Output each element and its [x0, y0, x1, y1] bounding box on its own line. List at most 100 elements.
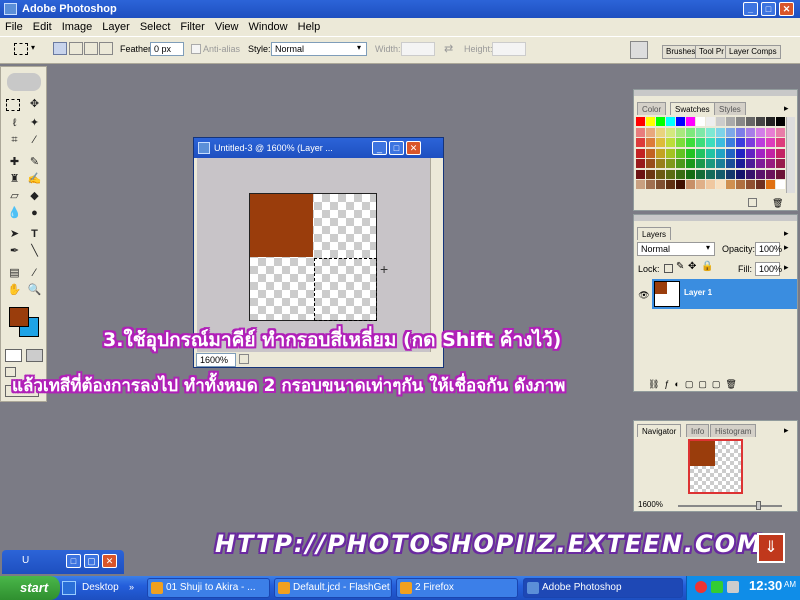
swatch[interactable] — [646, 180, 655, 189]
lock-transparency-icon[interactable] — [664, 264, 673, 273]
eyedropper-icon[interactable]: ⁄ — [26, 266, 43, 281]
dodge-icon[interactable]: ● — [26, 206, 43, 221]
quickmask-mode-icon[interactable] — [26, 349, 43, 362]
swatch[interactable] — [636, 117, 645, 126]
swatch[interactable] — [776, 180, 785, 189]
swatch[interactable] — [696, 138, 705, 147]
swatch[interactable] — [766, 169, 775, 179]
swatch[interactable] — [636, 180, 645, 189]
swatch[interactable] — [646, 117, 655, 126]
swatch[interactable] — [676, 138, 685, 147]
new-swatch-icon[interactable] — [748, 198, 757, 207]
swatch[interactable] — [766, 127, 775, 137]
intersect-selection-icon[interactable] — [99, 42, 113, 55]
tray-icon[interactable] — [727, 581, 739, 593]
swatch[interactable] — [746, 117, 755, 126]
magic-wand-icon[interactable]: ✦ — [26, 116, 43, 131]
tab-swatches[interactable]: Swatches — [670, 102, 715, 115]
swatch[interactable] — [636, 148, 645, 158]
swatch[interactable] — [726, 138, 735, 147]
antialias-checkbox[interactable] — [191, 44, 201, 54]
swatch[interactable] — [666, 180, 675, 189]
swatch[interactable] — [736, 138, 745, 147]
swatch[interactable] — [756, 127, 765, 137]
canvas-area[interactable]: + — [197, 158, 430, 352]
swatch[interactable] — [716, 169, 725, 179]
minimized-window[interactable]: U □ ▢ ✕ — [2, 550, 124, 574]
swatch[interactable] — [646, 169, 655, 179]
lock-image-icon[interactable]: ✎ — [676, 261, 684, 272]
tab-histogram[interactable]: Histogram — [710, 424, 757, 437]
swatch[interactable] — [686, 169, 695, 179]
swatch[interactable] — [726, 148, 735, 158]
slice-icon[interactable]: ⁄ — [26, 133, 43, 148]
path-select-icon[interactable]: ➤ — [6, 227, 23, 242]
swatch[interactable] — [666, 117, 675, 126]
palette-well-tool-presets[interactable]: Tool Pr — [695, 45, 728, 59]
width-input[interactable] — [401, 42, 435, 56]
swatch[interactable] — [756, 138, 765, 147]
swatch[interactable] — [706, 159, 715, 168]
standard-mode-icon[interactable] — [5, 349, 22, 362]
swatch[interactable] — [706, 148, 715, 158]
lock-position-icon[interactable]: ✥ — [688, 261, 696, 272]
close-button[interactable]: ✕ — [779, 2, 794, 16]
crop-icon[interactable]: ⌗ — [6, 133, 23, 148]
height-input[interactable] — [492, 42, 526, 56]
quicklaunch-icon[interactable] — [62, 581, 76, 595]
swatch[interactable] — [676, 159, 685, 168]
menu-window[interactable]: Window — [244, 21, 293, 33]
tray-icon[interactable] — [711, 581, 723, 593]
zoom-icon[interactable]: 🔍 — [26, 283, 43, 298]
swatch[interactable] — [766, 148, 775, 158]
menu-layer[interactable]: Layer — [97, 21, 135, 33]
panel-menu-icon[interactable]: ▸ — [784, 228, 789, 239]
swatch[interactable] — [766, 180, 775, 189]
swatch[interactable] — [756, 117, 765, 126]
brush-icon[interactable]: ✎ — [26, 155, 43, 170]
swatch[interactable] — [706, 138, 715, 147]
swatch[interactable] — [666, 159, 675, 168]
style-select[interactable]: Normal — [271, 42, 367, 56]
swatch[interactable] — [636, 138, 645, 147]
swatch[interactable] — [636, 127, 645, 137]
stamp-icon[interactable]: ♜ — [6, 172, 23, 187]
blend-mode-select[interactable]: Normal — [637, 242, 715, 256]
swatch[interactable] — [686, 138, 695, 147]
swatch[interactable] — [776, 117, 785, 126]
minimize-button[interactable]: _ — [743, 2, 758, 16]
swatch[interactable] — [766, 159, 775, 168]
swatch[interactable] — [726, 180, 735, 189]
swatch[interactable] — [746, 127, 755, 137]
blur-icon[interactable]: 💧 — [6, 206, 23, 221]
lasso-icon[interactable]: ℓ — [6, 116, 23, 131]
swatch[interactable] — [646, 127, 655, 137]
status-menu-icon[interactable] — [239, 354, 249, 364]
document-title-bar[interactable]: Untitled-3 @ 1600% (Layer ... _ □ ✕ — [194, 138, 443, 158]
foreground-color-swatch[interactable] — [9, 307, 29, 327]
swatch[interactable] — [746, 148, 755, 158]
swatch[interactable] — [736, 127, 745, 137]
swatch[interactable] — [646, 138, 655, 147]
chevron-right-icon[interactable]: » — [129, 582, 134, 592]
swatch[interactable] — [706, 127, 715, 137]
marquee-tool-icon[interactable] — [14, 43, 28, 55]
feather-input[interactable]: 0 px — [150, 42, 184, 56]
swatch[interactable] — [756, 148, 765, 158]
swatch[interactable] — [656, 169, 665, 179]
fill-input[interactable]: 100% — [755, 262, 782, 276]
trash-icon[interactable]: 🗑 — [772, 198, 783, 209]
swatch[interactable] — [696, 169, 705, 179]
eye-icon[interactable]: 👁 — [637, 280, 651, 310]
swatch[interactable] — [686, 180, 695, 189]
swatch[interactable] — [716, 180, 725, 189]
swatch[interactable] — [736, 169, 745, 179]
doc-close-button[interactable]: ✕ — [406, 141, 421, 155]
hand-icon[interactable]: ✋ — [6, 283, 23, 298]
swatch[interactable] — [726, 127, 735, 137]
restore-button[interactable]: □ — [66, 554, 81, 568]
tray-icon[interactable] — [695, 581, 707, 593]
menu-image[interactable]: Image — [57, 21, 98, 33]
new-selection-icon[interactable] — [53, 42, 67, 55]
menu-file[interactable]: File — [0, 21, 28, 33]
